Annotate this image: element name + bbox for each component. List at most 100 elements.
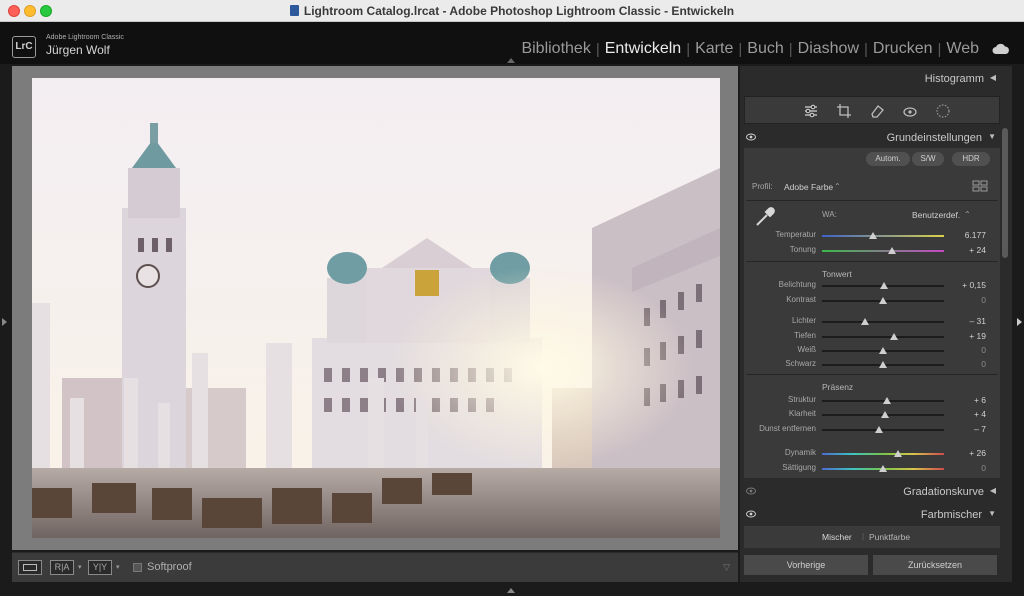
basic-panel-title: Grundeinstellungen: [886, 132, 982, 144]
slider-value[interactable]: 6.177: [956, 230, 986, 240]
slider-value[interactable]: 0: [956, 345, 986, 355]
slider-thumb[interactable]: [893, 450, 902, 457]
healing-eraser-icon[interactable]: [869, 103, 885, 119]
module-web[interactable]: Web: [941, 40, 984, 58]
slider-track[interactable]: [822, 453, 944, 455]
compare-view-button[interactable]: R|A: [50, 560, 74, 575]
tab-mixer[interactable]: Mischer: [822, 532, 852, 542]
survey-caret-icon[interactable]: ▾: [116, 563, 120, 571]
slider-thumb[interactable]: [882, 397, 891, 404]
slider-label: Weiß: [797, 345, 816, 354]
photo-image: [32, 78, 720, 538]
slider-value[interactable]: + 26: [956, 448, 986, 458]
reset-button[interactable]: Zurücksetzen: [873, 555, 997, 575]
slider-track[interactable]: [822, 250, 944, 252]
lrc-logo: LrC: [12, 36, 36, 58]
slider-value[interactable]: + 0,15: [956, 280, 986, 290]
tone-curve-header[interactable]: Gradationskurve ◀: [740, 481, 1004, 503]
crop-icon[interactable]: [836, 103, 852, 119]
red-eye-icon[interactable]: [902, 103, 918, 119]
right-panel: Histogramm ◀ Grundeinstellungen ▼ Autom.…: [740, 66, 1012, 582]
slider-label: Klarheit: [788, 409, 816, 418]
slider-label: Schwarz: [785, 359, 816, 368]
slider-thumb[interactable]: [887, 247, 896, 254]
module-entwickeln[interactable]: Entwickeln: [600, 40, 686, 58]
slider-thumb[interactable]: [879, 465, 887, 472]
user-name: Jürgen Wolf: [46, 43, 110, 57]
module-bibliothek[interactable]: Bibliothek: [516, 40, 595, 58]
slider-value[interactable]: + 6: [956, 395, 986, 405]
compare-caret-icon[interactable]: ▾: [78, 563, 82, 571]
divider: [746, 374, 998, 375]
expand-down-icon: ▼: [988, 132, 996, 141]
wb-label: WA:: [822, 210, 837, 219]
slider-value[interactable]: + 4: [956, 409, 986, 419]
auto-button[interactable]: Autom.: [866, 152, 910, 166]
slider-track[interactable]: [822, 336, 944, 338]
basic-panel-header[interactable]: Grundeinstellungen ▼: [740, 127, 1004, 149]
slider-value[interactable]: + 19: [956, 331, 986, 341]
left-panel-toggle-icon[interactable]: [2, 318, 7, 326]
tab-separator: |: [862, 532, 865, 541]
divider: [746, 200, 998, 201]
slider-label: Belichtung: [778, 280, 816, 289]
slider-value[interactable]: 0: [956, 295, 986, 305]
bw-button[interactable]: S/W: [912, 152, 944, 166]
document-icon: [289, 5, 299, 16]
loupe-icon: [23, 564, 37, 571]
slider-value[interactable]: – 7: [956, 424, 986, 434]
filmstrip-toggle-icon[interactable]: [507, 588, 515, 593]
wb-dropdown[interactable]: Benutzerdef.: [912, 210, 960, 220]
image-viewer[interactable]: [12, 66, 738, 550]
wb-caret-icon: ⌃: [964, 210, 971, 219]
panel-scrollbar[interactable]: [1002, 128, 1008, 258]
slider-value[interactable]: 0: [956, 359, 986, 369]
photo-augsburg-rathausplatz[interactable]: [32, 78, 720, 538]
module-drucken[interactable]: Drucken: [868, 40, 938, 58]
slider-thumb[interactable]: [889, 333, 898, 340]
slider-thumb[interactable]: [880, 282, 889, 289]
right-panel-toggle-icon[interactable]: [1017, 318, 1022, 326]
histogram-header[interactable]: Histogramm ◀: [740, 68, 1004, 90]
slider-track[interactable]: [822, 235, 944, 237]
slider-thumb[interactable]: [879, 297, 887, 304]
previous-button[interactable]: Vorherige: [744, 555, 868, 575]
edit-sliders-icon[interactable]: [803, 103, 819, 119]
loupe-view-button[interactable]: [18, 560, 42, 575]
slider-label: Tiefen: [794, 331, 816, 340]
slider-track[interactable]: [822, 321, 944, 323]
expand-down-icon: ▼: [988, 509, 996, 518]
module-karte[interactable]: Karte: [690, 40, 738, 58]
slider-thumb[interactable]: [879, 347, 887, 354]
profile-dropdown[interactable]: Adobe Farbe: [784, 182, 833, 192]
masking-icon[interactable]: [935, 103, 951, 119]
bottom-toolbar: R|A ▾ Y|Y ▾ Softproof ▽: [12, 552, 738, 582]
hdr-button[interactable]: HDR: [952, 152, 990, 166]
eye-icon[interactable]: [746, 133, 756, 141]
slider-thumb[interactable]: [875, 426, 884, 433]
survey-view-button[interactable]: Y|Y: [88, 560, 112, 575]
slider-value[interactable]: 0: [956, 463, 986, 473]
top-panel-toggle-icon[interactable]: [507, 58, 515, 63]
color-mixer-header[interactable]: Farbmischer ▼: [740, 504, 1004, 526]
divider: [746, 261, 998, 262]
slider-label: Tonung: [789, 245, 816, 254]
slider-thumb[interactable]: [860, 318, 869, 325]
module-diashow[interactable]: Diashow: [793, 40, 864, 58]
slider-value[interactable]: – 31: [956, 316, 986, 326]
slider-value[interactable]: + 24: [956, 245, 986, 255]
eye-icon[interactable]: [746, 510, 756, 518]
collapse-left-icon: ◀: [989, 73, 996, 82]
module-buch[interactable]: Buch: [742, 40, 788, 58]
presence-header: Präsenz: [822, 382, 854, 392]
slider-thumb[interactable]: [869, 232, 878, 239]
slider-thumb[interactable]: [879, 361, 887, 368]
toolbar-menu-icon[interactable]: ▽: [723, 562, 730, 573]
softproof-checkbox[interactable]: [133, 563, 142, 572]
profile-browser-grid-icon[interactable]: [972, 180, 988, 192]
eye-icon[interactable]: [746, 487, 756, 495]
slider-thumb[interactable]: [881, 411, 890, 418]
cloud-icon[interactable]: [992, 43, 1010, 55]
tab-point-color[interactable]: Punktfarbe: [869, 532, 910, 542]
white-balance-picker-icon[interactable]: [754, 206, 776, 228]
